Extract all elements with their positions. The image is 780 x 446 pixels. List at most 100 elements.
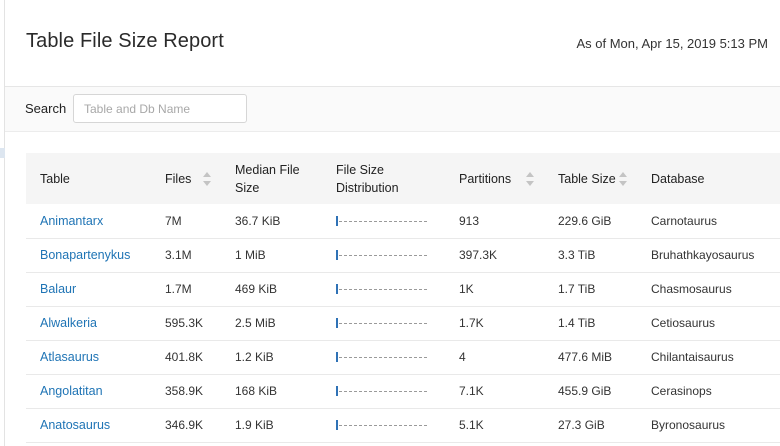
report-timestamp: As of Mon, Apr 15, 2019 5:13 PM [576, 36, 768, 51]
table-size-cell: 27.3 GiB [558, 418, 605, 432]
table-size-cell: 229.6 GiB [558, 213, 612, 228]
distribution-bar [336, 318, 338, 328]
column-header-table: Table [26, 153, 151, 204]
table-name-link[interactable]: Angolatitan [26, 374, 151, 408]
column-header-median-file-size: Median File Size [221, 153, 322, 204]
file-size-distribution-cell [322, 204, 445, 238]
partitions-cell: 913 [459, 213, 480, 228]
partitions-cell: 397.3K [459, 248, 498, 262]
file-size-distribution-cell [322, 238, 445, 272]
table-size-cell: 455.9 GiB [558, 384, 612, 398]
files-cell: 7M [165, 213, 182, 228]
table-size-cell: 1.4 TiB [558, 316, 596, 330]
table-row: Balaur 1.7M 469 KiB 1K 1.7 TiB Chasmosaurus [26, 272, 780, 306]
median-file-size-cell: 1.2 KiB [235, 350, 274, 364]
median-file-size-cell: 1.9 KiB [235, 418, 274, 432]
median-file-size-cell: 168 KiB [235, 384, 278, 398]
table-row: Angolatitan 358.9K 168 KiB 7.1K 455.9 GiB Cer… [26, 374, 780, 408]
column-header-table-size[interactable]: Table Size [544, 153, 637, 204]
column-header-file-size-distribution: File Size Distribution [322, 153, 445, 204]
distribution-sparkline [336, 284, 428, 294]
table-row: Bonapartenykus 3.1M 1 MiB 397.3K 3.3 TiB Bruh… [26, 238, 780, 272]
table-row: Alwalkeria 595.3K 2.5 MiB 1.7K 1.4 TiB Cetios… [26, 306, 780, 340]
partitions-cell: 1.7K [459, 316, 484, 330]
distribution-sparkline [336, 420, 428, 430]
distribution-baseline [339, 289, 427, 290]
table-size-cell: 1.7 TiB [558, 282, 596, 296]
table-row: Atlasaurus 401.8K 1.2 KiB 4 477.6 MiB Chilant… [26, 340, 780, 374]
distribution-sparkline [336, 352, 428, 362]
partitions-cell: 5.1K [459, 418, 484, 432]
partitions-cell: 4 [459, 350, 466, 364]
table-name-link[interactable]: Anatosaurus [26, 408, 151, 442]
search-input[interactable] [73, 94, 247, 123]
table-name-link[interactable]: Alwalkeria [26, 306, 151, 340]
table-name-link[interactable]: Atlasaurus [26, 340, 151, 374]
sort-arrows-icon[interactable] [203, 171, 211, 186]
files-cell: 3.1M [165, 248, 192, 262]
distribution-baseline [339, 391, 427, 392]
table-name-link[interactable]: Balaur [26, 272, 151, 306]
distribution-bar [336, 215, 338, 226]
column-header-label: Partitions [459, 171, 512, 186]
distribution-sparkline [336, 318, 428, 328]
distribution-baseline [339, 357, 427, 358]
median-file-size-cell: 36.7 KiB [235, 213, 281, 228]
sort-arrows-icon[interactable] [619, 171, 627, 186]
database-cell: Cetiosaurus [651, 316, 716, 330]
files-cell: 358.9K [165, 384, 204, 398]
table-name-link[interactable]: Bonapartenykus [26, 238, 151, 272]
column-header-label: File Size Distribution [336, 162, 399, 195]
partitions-cell: 1K [459, 282, 474, 296]
median-file-size-cell: 469 KiB [235, 282, 278, 296]
file-size-distribution-cell [322, 340, 445, 374]
distribution-baseline [339, 255, 427, 256]
files-cell: 401.8K [165, 350, 204, 364]
column-header-label: Database [651, 171, 705, 186]
column-header-label: Table [40, 171, 70, 186]
table-row: Anatosaurus 346.9K 1.9 KiB 5.1K 27.3 GiB Byro… [26, 408, 780, 442]
database-cell: Cerasinops [651, 384, 712, 398]
median-file-size-cell: 1 MiB [235, 248, 266, 262]
column-header-database: Database [637, 153, 780, 204]
files-cell: 346.9K [165, 418, 204, 432]
left-nav-marker [0, 148, 5, 158]
distribution-bar [336, 420, 338, 430]
database-cell: Chasmosaurus [651, 282, 732, 296]
files-cell: 1.7M [165, 282, 192, 296]
file-size-distribution-cell [322, 408, 445, 442]
table-row: Animantarx 7M 36.7 KiB 913 229.6 GiB Carnotau… [26, 204, 780, 238]
table-body: Animantarx 7M 36.7 KiB 913 229.6 GiB Carnotau… [26, 204, 780, 442]
distribution-baseline [339, 425, 427, 426]
column-header-label: Files [165, 171, 192, 186]
distribution-sparkline [336, 250, 428, 260]
database-cell: Carnotaurus [651, 213, 718, 228]
sort-arrows-icon[interactable] [526, 171, 534, 186]
column-header-files[interactable]: Files [151, 153, 221, 204]
file-size-table: Table Files Median File Size File Size Dist… [26, 153, 780, 443]
database-cell: Bruhathkayosaurus [651, 248, 755, 262]
page-header: Table File Size Report As of Mon, Apr 15… [5, 0, 780, 87]
distribution-bar [336, 250, 338, 260]
distribution-baseline [339, 220, 427, 222]
column-header-label: Median File Size [235, 162, 300, 195]
file-size-distribution-cell [322, 272, 445, 306]
search-bar: Search [5, 87, 780, 132]
table-name-link[interactable]: Animantarx [26, 204, 151, 238]
search-label: Search [25, 101, 67, 116]
page-title: Table File Size Report [26, 30, 224, 52]
column-header-partitions[interactable]: Partitions [445, 153, 544, 204]
distribution-bar [336, 352, 338, 362]
table-header-row: Table Files Median File Size File Size Dist… [26, 153, 780, 204]
distribution-bar [336, 386, 338, 396]
table-size-cell: 477.6 MiB [558, 350, 613, 364]
database-cell: Byronosaurus [651, 418, 726, 432]
distribution-sparkline [336, 215, 428, 226]
distribution-sparkline [336, 386, 428, 396]
distribution-baseline [339, 323, 427, 324]
column-header-label: Table Size [558, 171, 616, 186]
partitions-cell: 7.1K [459, 384, 484, 398]
files-cell: 595.3K [165, 316, 204, 330]
file-size-distribution-cell [322, 374, 445, 408]
distribution-bar [336, 284, 338, 294]
